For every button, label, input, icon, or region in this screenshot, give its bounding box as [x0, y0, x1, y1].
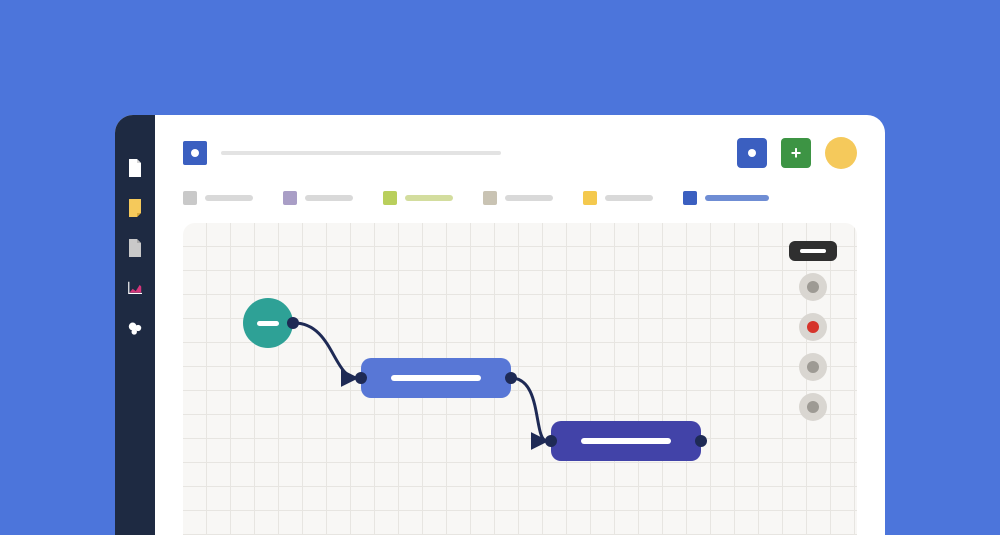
action-button[interactable]	[737, 138, 767, 168]
toolbox	[789, 241, 837, 421]
tag-item[interactable]	[283, 191, 353, 205]
toolbox-header[interactable]	[789, 241, 837, 261]
tool-option[interactable]	[799, 393, 827, 421]
main-area: +	[155, 115, 885, 535]
sidebar	[115, 115, 155, 535]
tool-option[interactable]	[799, 353, 827, 381]
tag-item[interactable]	[383, 191, 453, 205]
flow-canvas[interactable]	[183, 223, 857, 535]
title-placeholder-line	[221, 151, 501, 155]
document-icon[interactable]	[128, 159, 142, 177]
cluster-icon[interactable]	[128, 319, 142, 337]
tool-option[interactable]	[799, 273, 827, 301]
node-port[interactable]	[287, 317, 299, 329]
tag-item[interactable]	[483, 191, 553, 205]
app-window: +	[115, 115, 885, 535]
tool-option[interactable]	[799, 313, 827, 341]
node-port[interactable]	[505, 372, 517, 384]
add-button[interactable]: +	[781, 138, 811, 168]
title-chip[interactable]	[183, 141, 207, 165]
chart-icon[interactable]	[128, 279, 142, 297]
topbar: +	[183, 135, 857, 171]
node-port[interactable]	[545, 435, 557, 447]
avatar[interactable]	[825, 137, 857, 169]
flow-node[interactable]	[551, 421, 701, 461]
flow-edges	[183, 223, 857, 535]
node-port[interactable]	[695, 435, 707, 447]
tag-row	[183, 191, 857, 205]
tag-item[interactable]	[583, 191, 653, 205]
flow-node-start[interactable]	[243, 298, 293, 348]
tag-item[interactable]	[183, 191, 253, 205]
file-icon[interactable]	[128, 239, 142, 257]
note-icon[interactable]	[128, 199, 142, 217]
tag-item[interactable]	[683, 191, 769, 205]
flow-node[interactable]	[361, 358, 511, 398]
node-port[interactable]	[355, 372, 367, 384]
